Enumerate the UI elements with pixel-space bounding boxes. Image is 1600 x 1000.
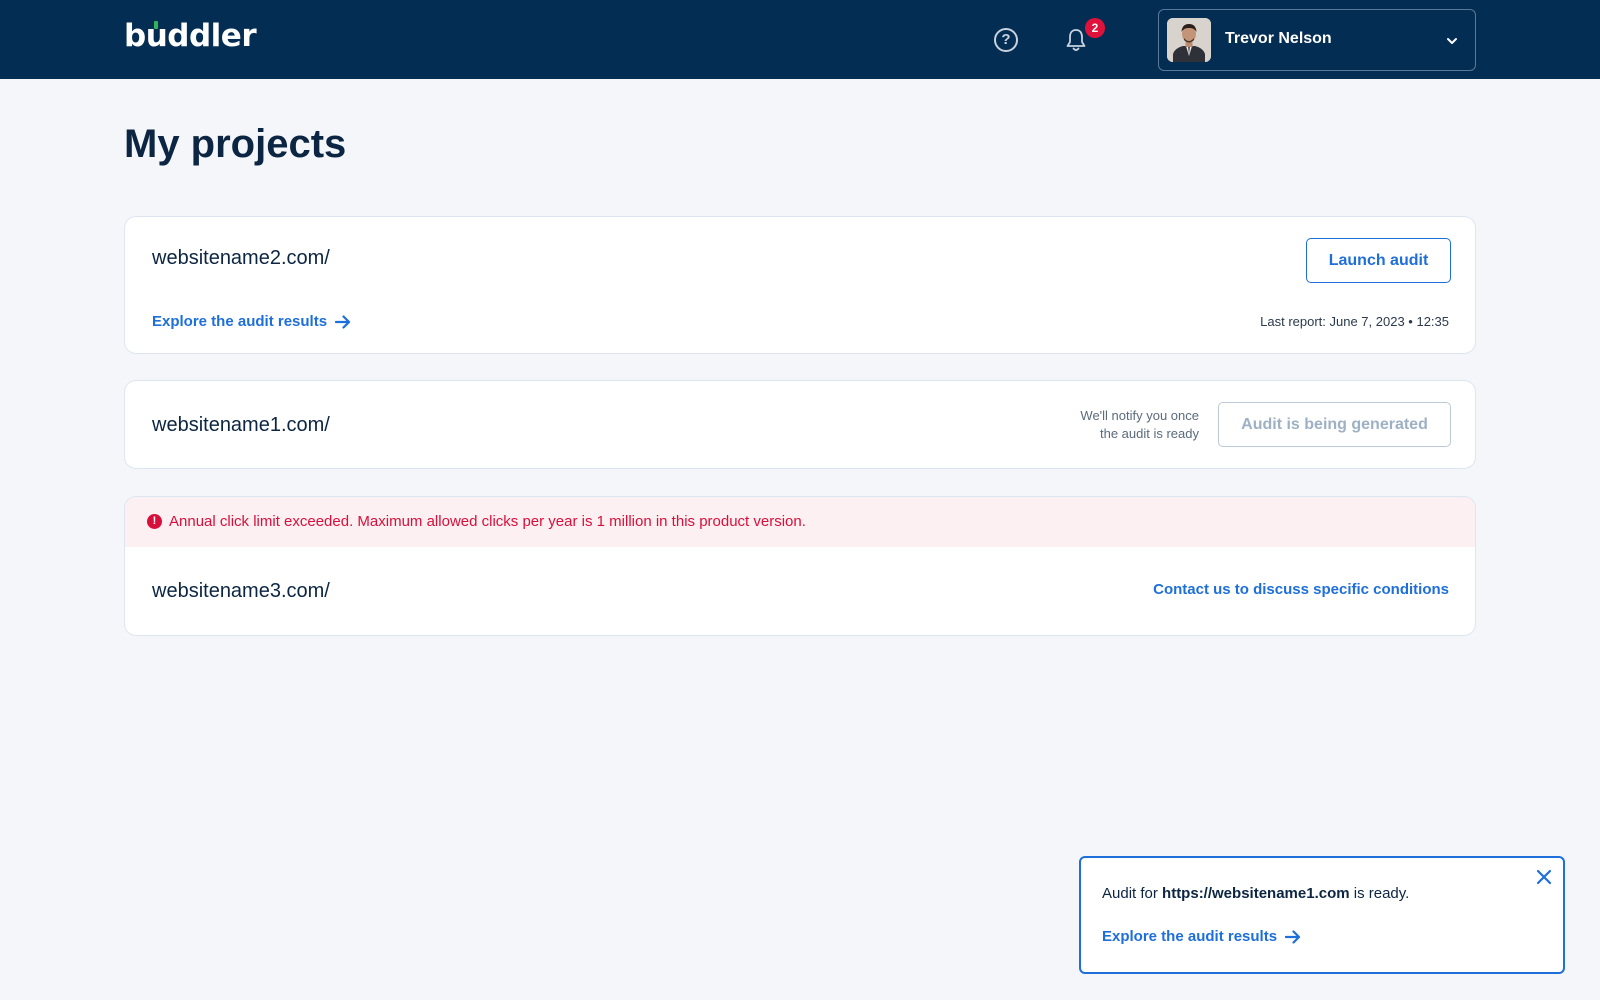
notify-hint: We'll notify you once the audit is ready: [999, 407, 1199, 443]
explore-link-label: Explore the audit results: [152, 313, 328, 330]
toast-link-label: Explore the audit results: [1102, 928, 1278, 945]
toast-explore-audit-results-link[interactable]: Explore the audit results: [1102, 928, 1301, 945]
notify-hint-line-1: We'll notify you once: [1080, 408, 1199, 423]
error-message: Annual click limit exceeded. Maximum all…: [169, 513, 806, 530]
logo-letters-rest: ddler: [167, 18, 257, 54]
help-icon[interactable]: ?: [994, 28, 1018, 52]
project-site-name: websitename3.com/: [152, 580, 330, 602]
top-navigation-bar: b uddler ? 2 Trevor Nelson: [0, 0, 1600, 79]
last-report-timestamp: Last report: June 7, 2023 • 12:35: [1260, 314, 1449, 329]
toast-message-suffix: is ready.: [1349, 885, 1410, 902]
avatar: [1167, 18, 1211, 62]
bell-svg: [1066, 29, 1086, 51]
notify-hint-line-2: the audit is ready: [1099, 426, 1199, 441]
close-icon[interactable]: [1535, 868, 1553, 886]
logo-letter-u: u: [146, 18, 168, 54]
chevron-down-icon: [1447, 38, 1457, 44]
help-glyph: ?: [1001, 31, 1011, 48]
project-card: websitename2.com/ Launch audit Explore t…: [124, 216, 1476, 354]
toast-message-prefix: Audit for: [1102, 885, 1163, 902]
page-title: My projects: [124, 122, 347, 166]
project-site-name: websitename2.com/: [152, 247, 330, 269]
user-name: Trevor Nelson: [1225, 30, 1332, 47]
contact-us-link[interactable]: Contact us to discuss specific condition…: [1153, 581, 1449, 598]
toast-url: https://websitename1.com: [1162, 885, 1350, 902]
project-card: ! Annual click limit exceeded. Maximum a…: [124, 496, 1476, 636]
error-banner: ! Annual click limit exceeded. Maximum a…: [125, 497, 1475, 547]
project-site-name: websitename1.com/: [152, 414, 330, 436]
launch-audit-button[interactable]: Launch audit: [1306, 238, 1451, 283]
avatar-portrait: [1167, 18, 1211, 62]
logo-letter-b: b: [124, 18, 146, 54]
bell-icon[interactable]: [1064, 27, 1088, 53]
error-icon: !: [147, 514, 162, 529]
project-card: websitename1.com/ We'll notify you once …: [124, 380, 1476, 469]
audit-generating-status-button: Audit is being generated: [1218, 402, 1451, 447]
logo-accent-dot: [154, 21, 159, 29]
notification-badge: 2: [1085, 18, 1105, 38]
arrow-right-icon: [335, 315, 351, 329]
explore-audit-results-link[interactable]: Explore the audit results: [152, 313, 351, 330]
toast-message: Audit for https://websitename1.com is re…: [1102, 885, 1409, 902]
buddler-logo[interactable]: b uddler: [124, 18, 257, 54]
audit-ready-toast: Audit for https://websitename1.com is re…: [1079, 856, 1565, 974]
arrow-right-icon: [1285, 930, 1301, 944]
user-menu-dropdown[interactable]: Trevor Nelson: [1158, 9, 1476, 71]
